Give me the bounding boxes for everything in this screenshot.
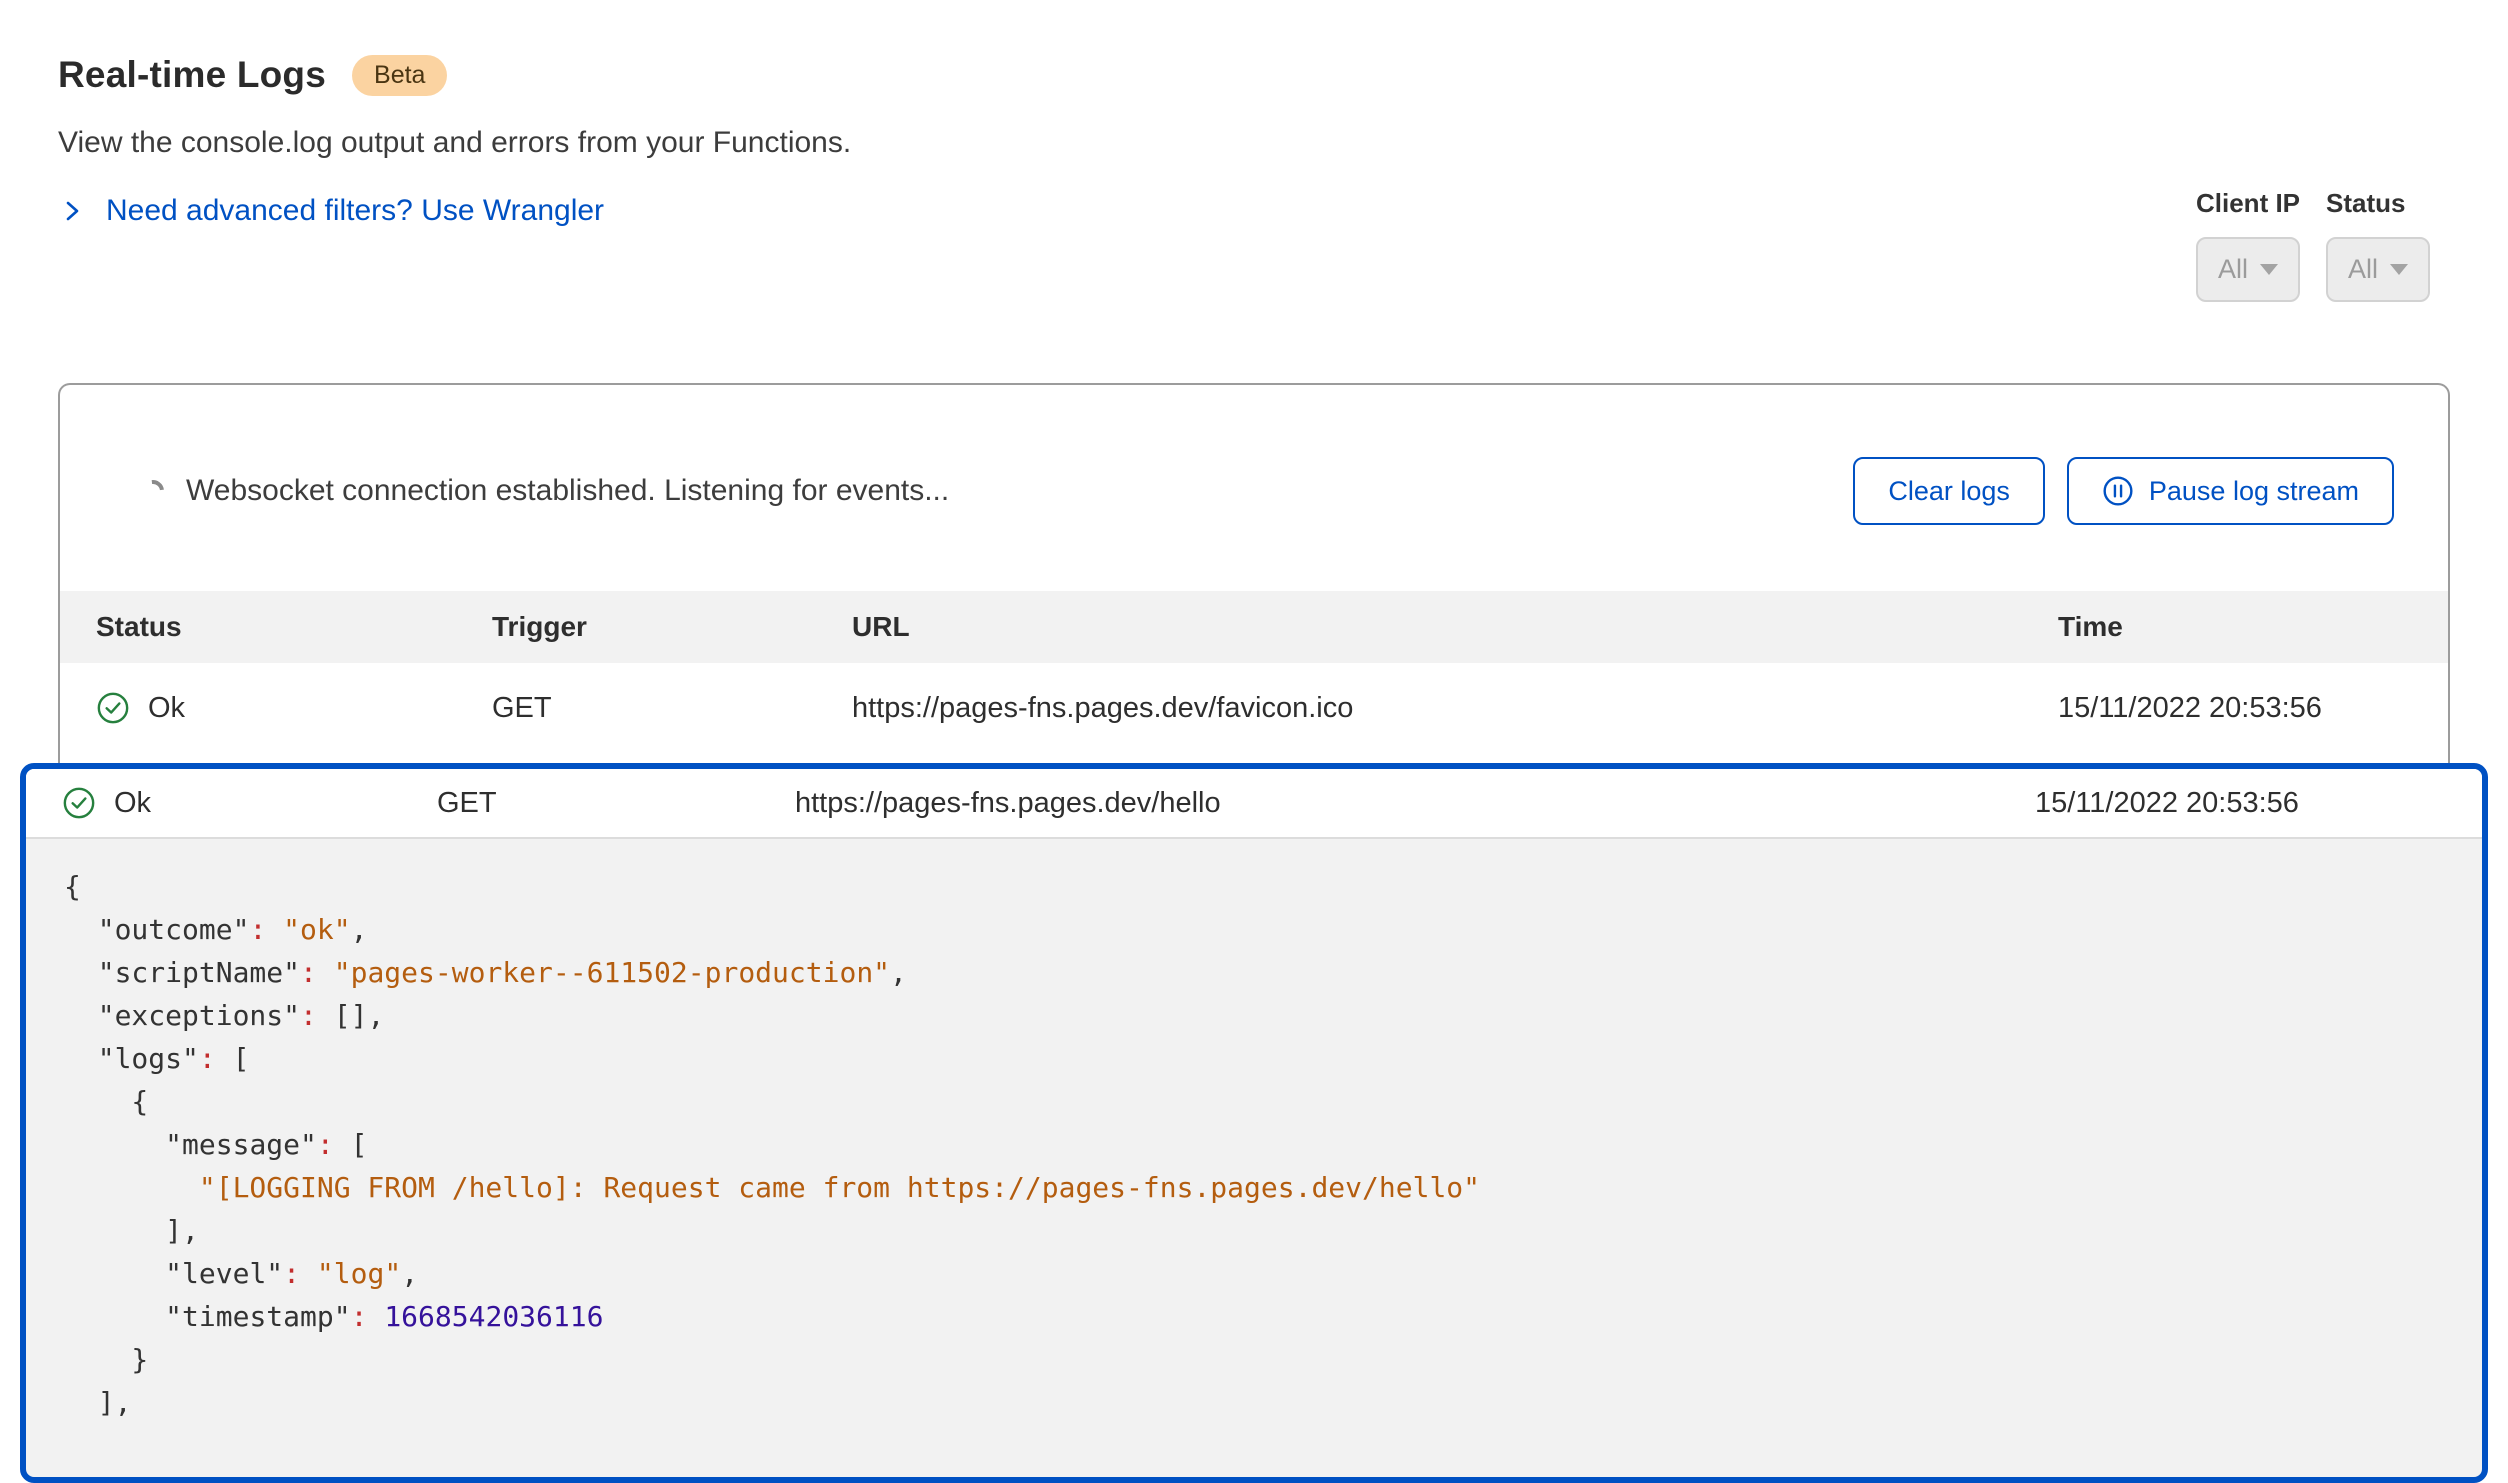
pause-circle-icon [2102, 475, 2134, 507]
websocket-status-text: Websocket connection established. Listen… [186, 474, 949, 508]
beta-badge: Beta [352, 55, 447, 96]
filter-client-ip: Client IP All [2196, 188, 2300, 302]
row-time: 15/11/2022 20:53:56 [2035, 787, 2482, 820]
column-trigger: Trigger [492, 611, 852, 643]
toolbar-buttons: Clear logs Pause log stream [1853, 457, 2394, 525]
column-time: Time [2058, 611, 2448, 643]
pause-log-stream-label: Pause log stream [2149, 476, 2359, 507]
caret-down-icon [2390, 264, 2408, 275]
status-value: All [2348, 254, 2378, 285]
clear-logs-label: Clear logs [1888, 476, 2010, 507]
expanded-log-card: Ok GET https://pages-fns.pages.dev/hello… [20, 763, 2488, 1483]
row-url: https://pages-fns.pages.dev/hello [795, 787, 2035, 820]
row-trigger: GET [437, 787, 795, 820]
client-ip-label: Client IP [2196, 188, 2300, 219]
column-url: URL [852, 611, 2058, 643]
log-json-code: { "outcome": "ok", "scriptName": "pages-… [64, 865, 2462, 1424]
websocket-status: Websocket connection established. Listen… [142, 474, 949, 508]
page-description: View the console.log output and errors f… [58, 126, 851, 160]
spinner-icon [138, 476, 169, 507]
client-ip-value: All [2218, 254, 2248, 285]
row-trigger: GET [492, 692, 852, 725]
check-circle-icon [96, 691, 130, 725]
filters: Client IP All Status All [2196, 188, 2430, 302]
filter-status: Status All [2326, 188, 2430, 302]
clear-logs-button[interactable]: Clear logs [1853, 457, 2045, 525]
table-row-expanded[interactable]: Ok GET https://pages-fns.pages.dev/hello… [26, 769, 2482, 839]
row-status-cell: Ok [62, 786, 437, 820]
status-dropdown[interactable]: All [2326, 237, 2430, 302]
caret-down-icon [2260, 264, 2278, 275]
logs-card: Websocket connection established. Listen… [58, 383, 2450, 765]
wrangler-link-row[interactable]: Need advanced filters? Use Wrangler [60, 194, 604, 228]
pause-log-stream-button[interactable]: Pause log stream [2067, 457, 2394, 525]
client-ip-dropdown[interactable]: All [2196, 237, 2300, 302]
log-json-panel: { "outcome": "ok", "scriptName": "pages-… [26, 839, 2482, 1444]
row-status-text: Ok [148, 692, 185, 725]
column-status: Status [96, 611, 492, 643]
row-url: https://pages-fns.pages.dev/favicon.ico [852, 692, 2058, 725]
check-circle-icon [62, 786, 96, 820]
status-label: Status [2326, 188, 2430, 219]
table-header: Status Trigger URL Time [60, 591, 2448, 663]
row-time: 15/11/2022 20:53:56 [2058, 692, 2448, 725]
row-status-cell: Ok [96, 691, 492, 725]
page-title: Real-time Logs [58, 54, 326, 96]
row-status-text: Ok [114, 787, 151, 820]
wrangler-link[interactable]: Need advanced filters? Use Wrangler [106, 194, 604, 228]
table-row[interactable]: Ok GET https://pages-fns.pages.dev/favic… [60, 663, 2448, 753]
logs-toolbar: Websocket connection established. Listen… [60, 385, 2448, 525]
page-header: Real-time Logs Beta [58, 54, 447, 96]
chevron-right-icon [60, 199, 84, 223]
